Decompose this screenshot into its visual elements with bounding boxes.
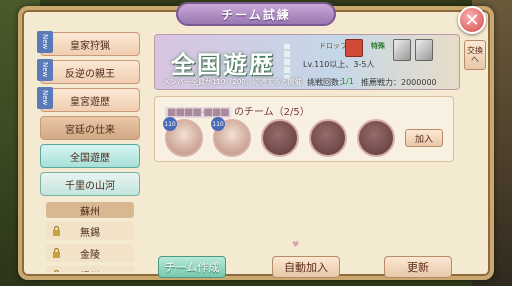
sidebar-item-label: 全国遊歴 (70, 152, 110, 164)
heart-divider-icon: ♥ (292, 240, 300, 249)
empty-member-slot[interactable] (357, 119, 395, 157)
extra-label: 特殊 (371, 42, 385, 50)
join-button-label: 加入 (414, 134, 433, 145)
member-level: 110 (163, 117, 177, 131)
sidebar-item-court-custom[interactable]: 宮廷の仕来 (40, 116, 140, 140)
drop-reward-icon[interactable] (345, 39, 363, 57)
swap-button[interactable]: 交換へ (464, 40, 486, 70)
scroll-reward-icon[interactable] (393, 39, 411, 61)
region-label: 無錫 (80, 227, 100, 239)
close-button[interactable]: ✕ (458, 6, 486, 34)
sidebar-item-label: 反逆の親王 (65, 68, 115, 80)
sidebar: New 皇家狩猟 New 反逆の親王 New 皇宮遊歴 宮廷の仕来 全国遊歴 千… (32, 30, 144, 272)
sidebar-item-rebel-prince[interactable]: New 反逆の親王 (37, 59, 140, 84)
team-name-suffix: のチーム（2/5） (233, 107, 310, 118)
new-badge: New (37, 59, 53, 81)
region-jinling[interactable]: 金陵 (46, 244, 134, 262)
region-label: 蘇州 (80, 206, 100, 218)
recommended-power: 推薦戦力：2000000 (361, 78, 437, 87)
auto-join-label: 自動加入 (284, 261, 328, 274)
sidebar-item-label: 宮廷の仕来 (65, 124, 115, 136)
sidebar-item-royal-hunt[interactable]: New 皇家狩猟 (37, 31, 140, 56)
join-button[interactable]: 加入 (405, 129, 443, 147)
sidebar-item-mountains-rivers[interactable]: 千里の山河 (40, 172, 140, 196)
sidebar-item-label: 皇宮遊歴 (70, 96, 110, 108)
event-banner: 全国遊歴 ドロップ： 特殊 Lv.110以上、3-5人 メンバー全員が110「2… (154, 34, 460, 90)
sidebar-item-label: 千里の山河 (65, 180, 115, 192)
sidebar-item-national-tour[interactable]: 全国遊歴 (40, 144, 140, 168)
lock-icon (54, 270, 59, 272)
region-label: 金陵 (80, 249, 100, 261)
new-badge: New (37, 87, 53, 109)
refresh-button[interactable]: 更新 (384, 256, 452, 278)
member-slot[interactable]: 110 (211, 117, 251, 157)
region-suzhou[interactable]: 蘇州 (46, 202, 134, 218)
requirement-text: Lv.110以上、3-5人 (303, 60, 375, 69)
lock-icon (53, 226, 60, 236)
swap-button-label: 交換へ (467, 46, 483, 64)
region-wuxi[interactable]: 無錫 (46, 222, 134, 240)
create-team-button[interactable]: チーム作成 (158, 256, 226, 278)
pagoda-icon (281, 39, 293, 79)
member-slot[interactable]: 110 (163, 117, 203, 157)
empty-member-slot[interactable] (309, 119, 347, 157)
lock-icon (53, 248, 60, 258)
close-icon: ✕ (464, 9, 480, 31)
region-yangzhou[interactable]: 揚州 (46, 266, 134, 272)
auto-join-button[interactable]: 自動加入 (272, 256, 340, 278)
refresh-label: 更新 (407, 261, 429, 274)
attempt-count-value: 1/1 (341, 77, 354, 86)
team-name: ■■■■-■■■ のチーム（2/5） (165, 103, 310, 118)
region-label: 揚州 (80, 268, 100, 273)
team-leader-name: ■■■■-■■■ (165, 107, 231, 118)
team-panel: ■■■■-■■■ のチーム（2/5） 110 110 加入 (154, 96, 454, 162)
banner-title: 全国遊歴 (171, 50, 275, 79)
scroll-reward-icon[interactable] (415, 39, 433, 61)
dialog-title: チーム試練 (176, 2, 336, 26)
sidebar-item-label: 皇家狩猟 (70, 40, 110, 52)
sidebar-item-palace-tour[interactable]: New 皇宮遊歴 (37, 87, 140, 112)
banner-subtext: メンバー全員が110「200」に達すると開催 (163, 78, 302, 86)
new-badge: New (37, 31, 53, 53)
member-level: 110 (211, 117, 225, 131)
create-team-label: チーム作成 (164, 261, 220, 274)
empty-member-slot[interactable] (261, 119, 299, 157)
